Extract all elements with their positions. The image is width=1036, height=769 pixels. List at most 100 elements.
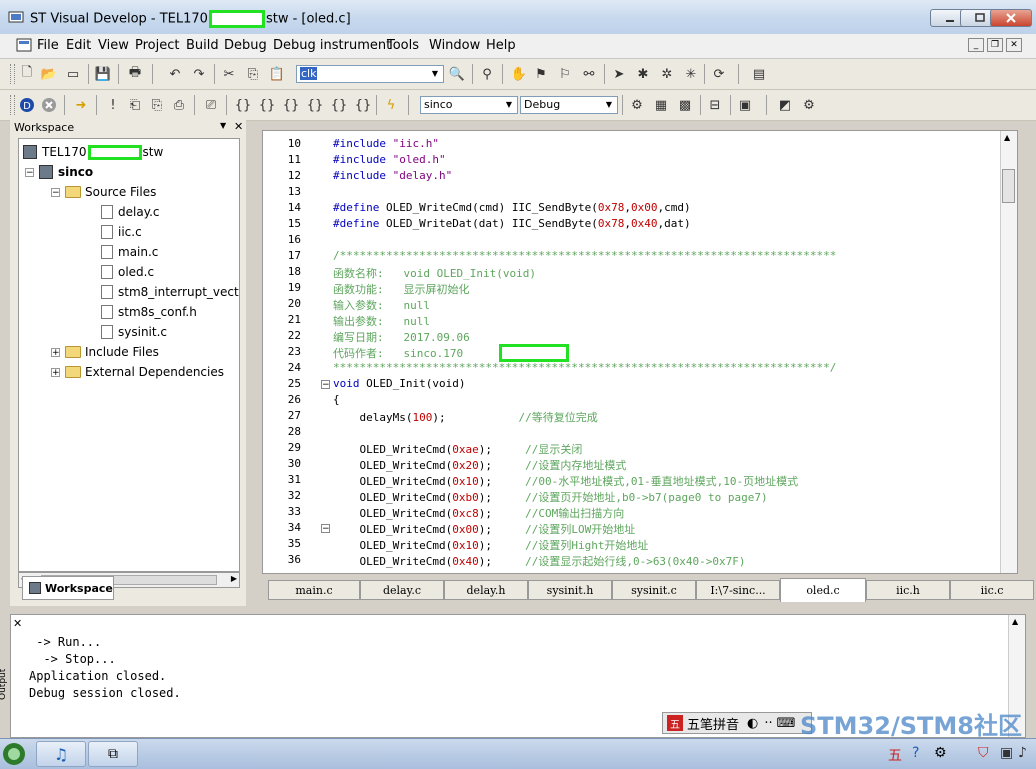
step-into-icon[interactable]: {} <box>234 96 252 114</box>
break-icon[interactable]: ! <box>104 96 122 114</box>
cut-icon[interactable]: ✂ <box>220 65 238 83</box>
menu-debug[interactable]: Debug <box>224 38 267 53</box>
fold-toggle-icon[interactable]: − <box>321 380 330 390</box>
save-icon[interactable]: 💾 <box>94 65 112 83</box>
run-to-return-icon[interactable]: {} <box>330 96 348 114</box>
keyboard-icon[interactable]: ⌨ <box>777 716 796 731</box>
run-to-cursor-icon[interactable]: {} <box>306 96 324 114</box>
step-out-block-icon[interactable]: {} <box>282 96 300 114</box>
find-combo[interactable]: clk ▼ <box>296 65 444 83</box>
moon-icon[interactable]: ◐ <box>747 716 758 731</box>
tree-folder-source[interactable]: − Source Files <box>51 183 156 201</box>
close-icon[interactable]: ✕ <box>13 617 22 630</box>
workspace-tab[interactable]: Workspace <box>22 576 114 600</box>
step-icon[interactable]: ⎗ <box>126 96 144 114</box>
mdi-close-button[interactable]: ✕ <box>1006 38 1022 52</box>
step-over-icon[interactable]: ⎘ <box>148 96 166 114</box>
network-icon[interactable]: ▣ <box>1000 745 1013 761</box>
volume-icon[interactable]: ♪ <box>1018 745 1027 761</box>
help-icon[interactable]: ? <box>912 745 919 761</box>
menu-file[interactable]: File <box>37 38 59 53</box>
menu-build[interactable]: Build <box>186 38 219 53</box>
menu-project[interactable]: Project <box>135 38 179 53</box>
mdi-restore-button[interactable]: ❐ <box>987 38 1003 52</box>
new-window-icon[interactable]: ▭ <box>64 65 82 83</box>
tree-folder-include[interactable]: + Include Files <box>51 343 159 361</box>
tree-file[interactable]: sysinit.c <box>101 323 167 341</box>
run-arrow-icon[interactable]: ➜ <box>72 96 90 114</box>
clear-bookmarks-icon[interactable]: ⚯ <box>580 65 598 83</box>
scroll-thumb[interactable] <box>1002 169 1015 203</box>
tab-5[interactable]: I:\7-sinc... <box>696 580 780 600</box>
taskbar-stvd[interactable]: ⧉ <box>88 741 138 767</box>
copy-icon[interactable]: ⎘ <box>244 65 262 83</box>
step-out-icon[interactable]: ⎙ <box>170 96 188 114</box>
project-combo[interactable]: sinco ▼ <box>420 96 518 114</box>
start-button[interactable] <box>2 742 26 769</box>
compile-icon[interactable]: ⚙ <box>628 96 646 114</box>
tree-file[interactable]: delay.c <box>101 203 160 221</box>
settings-icon[interactable]: ⚙ <box>800 96 818 114</box>
open-folder-icon[interactable]: 📂 <box>40 65 58 83</box>
tab-1[interactable]: delay.c <box>360 580 444 600</box>
tree-file[interactable]: stm8s_conf.h <box>101 303 197 321</box>
menu-view[interactable]: View <box>98 38 129 53</box>
undo-icon[interactable]: ↶ <box>166 65 184 83</box>
config-combo[interactable]: Debug ▼ <box>520 96 618 114</box>
menu-debug-instrument[interactable]: Debug instrument <box>273 38 391 53</box>
mdi-minimize-button[interactable]: _ <box>968 38 984 52</box>
editor-vscrollbar[interactable]: ▲ <box>1000 131 1017 573</box>
ime-tray-icon[interactable]: 五 <box>888 745 902 765</box>
program-icon[interactable]: ▣ <box>736 96 754 114</box>
redo-icon[interactable]: ↷ <box>190 65 208 83</box>
tab-4[interactable]: sysinit.c <box>612 580 696 600</box>
debug-stop-icon[interactable] <box>40 96 58 114</box>
hand-icon[interactable]: ✋ <box>510 65 528 83</box>
tree-file[interactable]: stm8_interrupt_vecto <box>101 283 239 301</box>
punctuation-icon[interactable]: ·· <box>764 716 772 731</box>
tree-project[interactable]: − sinco <box>25 163 93 181</box>
chart-icon[interactable]: ◩ <box>776 96 794 114</box>
taskbar-media-player[interactable]: ♫ <box>36 741 86 767</box>
tree-file-selected[interactable]: oled.c <box>101 263 154 281</box>
step-over-block-icon[interactable]: {} <box>258 96 276 114</box>
binoculars-icon[interactable]: ⚲ <box>478 65 496 83</box>
tree-folder-external[interactable]: + External Dependencies <box>51 363 224 381</box>
bookmark-icon[interactable]: ⚑ <box>532 65 550 83</box>
collapse-icon[interactable]: − <box>25 167 34 177</box>
next-bookmark-icon[interactable]: ⚐ <box>556 65 574 83</box>
menu-tools[interactable]: Tools <box>387 38 419 53</box>
options-icon[interactable]: ▤ <box>750 65 768 83</box>
toggle-breakpoint-icon[interactable]: ✱ <box>634 65 652 83</box>
close-icon[interactable]: ✕ <box>234 120 243 133</box>
menu-help[interactable]: Help <box>486 38 516 53</box>
tab-2[interactable]: delay.h <box>444 580 528 600</box>
print-icon[interactable]: 🖶 <box>126 65 144 83</box>
flash-icon[interactable]: ϟ <box>382 96 400 114</box>
tab-8[interactable]: iic.c <box>950 580 1034 600</box>
menu-edit[interactable]: Edit <box>66 38 91 53</box>
tree-root[interactable]: TEL170 stw <box>23 143 163 161</box>
breakpoint-clear-icon[interactable]: ✳ <box>682 65 700 83</box>
tree-file[interactable]: main.c <box>101 243 158 261</box>
expand-icon[interactable]: + <box>51 367 60 377</box>
breakpoint-disable-icon[interactable]: ✲ <box>658 65 676 83</box>
indent-icon[interactable]: ➤ <box>610 65 628 83</box>
tab-3[interactable]: sysinit.h <box>528 580 612 600</box>
braces-icon[interactable]: {} <box>354 96 372 114</box>
expand-icon[interactable]: + <box>51 347 60 357</box>
new-file-icon[interactable]: 🗋 <box>18 65 36 83</box>
tab-0[interactable]: main.c <box>268 580 360 600</box>
refresh-icon[interactable]: ⟳ <box>710 65 728 83</box>
paste-icon[interactable]: 📋 <box>268 65 286 83</box>
debug-start-icon[interactable]: D <box>18 96 36 114</box>
menu-window[interactable]: Window <box>429 38 480 53</box>
scroll-right-icon[interactable]: ▶ <box>231 574 237 583</box>
chevron-down-icon[interactable]: ▼ <box>220 121 226 130</box>
ime-bar[interactable]: 五 五笔拼音 ◐ ·· ⌨ <box>662 712 812 734</box>
stop-build-icon[interactable]: ⊟ <box>706 96 724 114</box>
tray-icon[interactable]: ⚙ <box>934 745 947 761</box>
tree-file[interactable]: iic.c <box>101 223 142 241</box>
code-editor[interactable]: 10 11 12 13 14 15 16 17 18 19 20 21 22 23 24 25 26 27 28 29… <box>262 130 1018 574</box>
restart-icon[interactable]: ⎚ <box>202 96 220 114</box>
